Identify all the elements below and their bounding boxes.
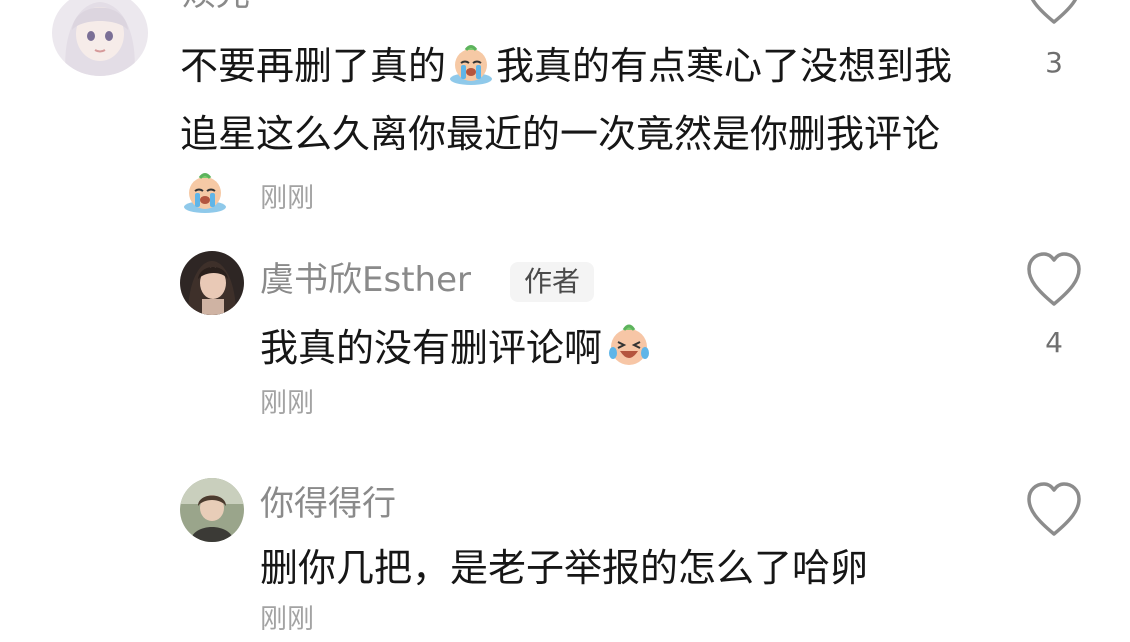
avatar[interactable]	[180, 251, 244, 315]
author-badge: 作者	[510, 262, 595, 302]
like-count: 3	[1045, 46, 1063, 79]
heart-outline-icon	[1027, 252, 1081, 306]
like-button[interactable]	[1025, 250, 1083, 310]
comment-username[interactable]: 你得得行	[260, 484, 396, 524]
like-button[interactable]	[1025, 0, 1083, 28]
avatar[interactable]	[52, 0, 148, 76]
heart-outline-icon	[1030, 0, 1078, 24]
heart-outline-icon	[1027, 482, 1081, 536]
crying-face-icon	[448, 41, 494, 104]
comment-text: 不要再删了真的 我真的有点寒心了没想到我追星这么久离你最近的一次竟然是你删我评论…	[180, 36, 960, 232]
comment-username[interactable]: 虞书欣Esther	[260, 260, 471, 300]
comment-time: 刚刚	[260, 388, 314, 419]
comment-time: 刚刚	[260, 183, 315, 214]
comment-text-part: 不要再删了真的	[180, 44, 447, 88]
crying-face-icon	[182, 169, 228, 232]
avatar[interactable]	[180, 478, 244, 542]
like-button[interactable]	[1025, 480, 1083, 540]
comment-text: 删你几把，是老子举报的怎么了哈卵	[260, 546, 869, 590]
comment-time: 刚刚	[260, 604, 314, 635]
comment-text: 我真的没有删评论啊	[260, 318, 960, 386]
comment-username[interactable]: 烦光	[182, 0, 250, 14]
laughing-crying-face-icon	[604, 319, 654, 386]
comment-text-content: 我真的没有删评论啊	[260, 326, 603, 370]
like-count: 4	[1045, 326, 1063, 359]
